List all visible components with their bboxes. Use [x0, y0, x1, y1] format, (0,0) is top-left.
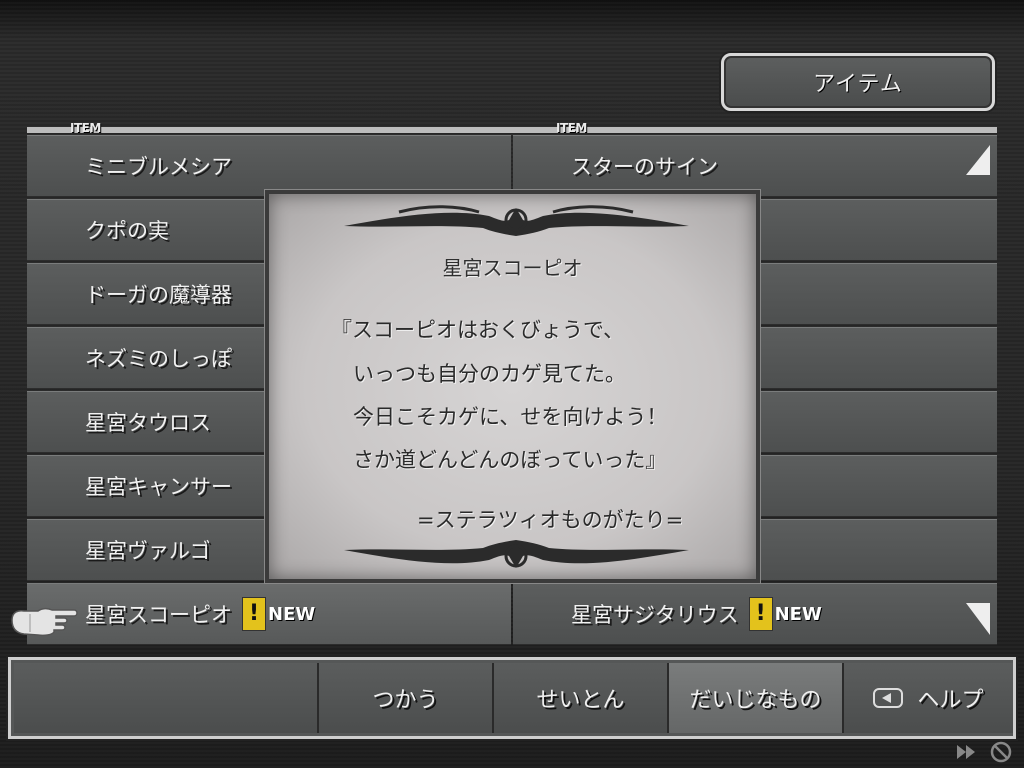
help-label: ヘルプ	[917, 688, 984, 713]
item-label: 星宮キャンサー	[85, 475, 232, 499]
item-row[interactable]: スターのサイン	[513, 135, 997, 197]
new-label: NEW	[774, 603, 822, 625]
popup-text-line: 今日こそカゲに、せを向けよう！	[353, 405, 668, 429]
item-label: ミニブルメシア	[85, 155, 232, 179]
key-items-label: だいじなもの	[689, 688, 822, 713]
bottom-bar-blank	[14, 663, 317, 733]
item-row-selected[interactable]: 星宮スコーピオ ! NEW	[27, 583, 511, 645]
ornament-bottom-icon	[344, 540, 689, 568]
popup-text-line: さか道どんどんのぼっていった』	[353, 448, 667, 472]
sort-label: せいとん	[536, 688, 625, 713]
new-label: NEW	[268, 603, 316, 625]
exclamation-icon: !	[748, 597, 773, 631]
exclamation-icon: !	[242, 597, 266, 631]
item-label: 星宮タウロス	[85, 411, 211, 435]
new-badge: ! NEW	[748, 597, 822, 631]
help-button[interactable]: ヘルプ	[842, 663, 1013, 733]
item-label: 星宮スコーピオ	[85, 603, 232, 627]
left-column-tag: ITEM	[70, 121, 101, 135]
left-arrow-button-icon	[873, 688, 904, 708]
popup-text-line: 『スコーピオはおくびょうで、	[331, 318, 625, 342]
scroll-up-arrow-icon[interactable]	[966, 145, 990, 175]
item-label: ネズミのしっぽ	[85, 347, 232, 371]
item-label: ドーガの魔導器	[85, 283, 232, 307]
popup-title: 星宮スコーピオ	[442, 256, 583, 280]
item-label: 星宮サジタリウス	[571, 603, 739, 627]
bottom-command-bar: つかう せいとん だいじなもの ヘルプ	[8, 657, 1016, 739]
list-top-border	[27, 127, 997, 133]
key-items-button[interactable]: だいじなもの	[667, 663, 842, 733]
ornament-top-icon	[344, 205, 689, 236]
scroll-down-arrow-icon[interactable]	[966, 603, 990, 635]
item-row[interactable]: ミニブルメシア	[27, 135, 511, 197]
item-label: クポの実	[85, 219, 169, 243]
item-label: スターのサイン	[571, 155, 718, 179]
sort-button[interactable]: せいとん	[492, 663, 667, 733]
use-button[interactable]: つかう	[317, 663, 492, 733]
pointer-hand-icon	[11, 607, 78, 637]
item-row[interactable]: 星宮サジタリウス ! NEW	[513, 583, 997, 645]
popup-source: =ステラツィオものがたり=	[417, 508, 684, 532]
item-label: 星宮ヴァルゴ	[85, 539, 211, 563]
right-column-tag: ITEM	[556, 121, 587, 135]
item-description-popup: 星宮スコーピオ 『スコーピオはおくびょうで、 いっつも自分のカゲ見てた。 今日こ…	[265, 190, 760, 583]
new-badge: ! NEW	[242, 597, 316, 631]
popup-text-line: いっつも自分のカゲ見てた。	[353, 362, 626, 386]
use-label: つかう	[372, 688, 439, 713]
fast-forward-icon	[957, 741, 1012, 763]
items-tab-button[interactable]: アイテム	[721, 53, 995, 111]
